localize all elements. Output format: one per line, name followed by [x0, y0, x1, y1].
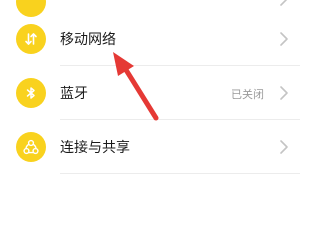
chevron-right-icon: [280, 32, 288, 46]
settings-item-previous[interactable]: [0, 0, 300, 17]
settings-item-bluetooth[interactable]: 蓝牙 已关闭: [0, 66, 300, 120]
settings-item-connection-sharing[interactable]: 连接与共享: [0, 120, 300, 174]
chevron-right-icon: [280, 86, 288, 100]
settings-item-label: 连接与共享: [60, 140, 130, 156]
chevron-right-icon: [280, 0, 288, 6]
settings-item-label: 蓝牙: [60, 86, 88, 102]
bluetooth-icon: [16, 78, 46, 108]
divider: [60, 173, 300, 174]
settings-screen: 移动网络 蓝牙 已关闭 连接与共享: [0, 0, 300, 200]
settings-item-mobile-network[interactable]: 移动网络: [0, 12, 300, 66]
bluetooth-status: 已关闭: [231, 88, 264, 101]
chevron-right-icon: [280, 140, 288, 154]
settings-item-label: 移动网络: [60, 32, 116, 48]
connection-share-icon: [16, 132, 46, 162]
mobile-data-icon: [16, 24, 46, 54]
